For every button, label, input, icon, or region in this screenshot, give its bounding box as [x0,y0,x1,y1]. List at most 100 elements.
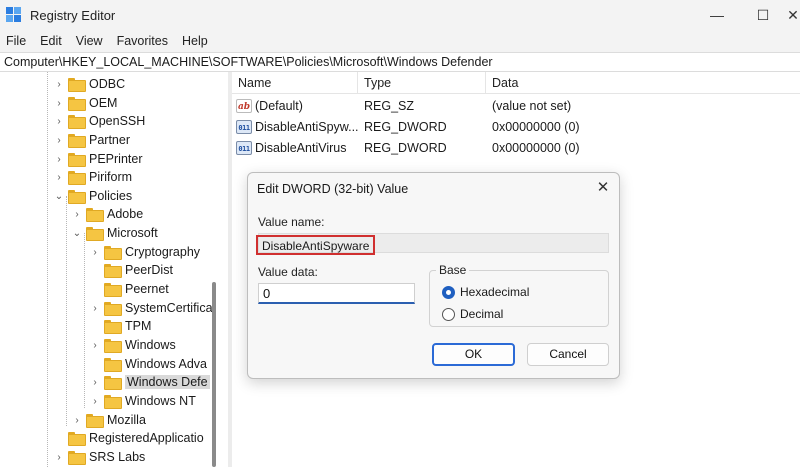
value-data: 0x00000000 (0) [492,120,580,134]
tree-scrollbar[interactable] [212,282,216,467]
tree-item-systemcertificates[interactable]: › SystemCertifica [90,299,213,317]
tree-item-mozilla[interactable]: › Mozilla [72,411,146,429]
value-name: (Default) [255,99,303,113]
tree-item-odbc[interactable]: › ODBC [54,75,125,93]
tree-item-peprinter[interactable]: › PEPrinter [54,150,143,168]
close-icon[interactable]: ✕ [595,179,611,197]
radio-hexadecimal[interactable]: Hexadecimal [442,284,529,300]
chevron-right-icon[interactable]: › [72,411,82,429]
ok-button[interactable]: OK [432,343,515,366]
column-header-name[interactable]: Name [232,72,358,94]
tree-item-windows-defender[interactable]: › Windows Defe [90,373,210,391]
tree-item-openssh[interactable]: › OpenSSH [54,112,145,130]
tree-item-peernet[interactable]: Peernet [90,280,169,298]
chevron-right-icon[interactable]: › [90,336,100,354]
base-legend: Base [436,263,470,277]
minimize-button[interactable]: — [694,0,740,30]
chevron-right-icon[interactable]: › [90,299,100,317]
folder-icon [86,414,104,428]
tree-item-windows-nt[interactable]: › Windows NT [90,392,196,410]
chevron-right-icon[interactable]: › [90,373,100,391]
window-close-button[interactable]: ✕ [786,0,800,30]
column-header-type[interactable]: Type [358,72,486,94]
title-bar: Registry Editor — ☐ ✕ [0,0,800,30]
tree-item-oem[interactable]: › OEM [54,94,117,112]
chevron-right-icon[interactable]: › [54,168,64,186]
radio-unchecked-icon[interactable] [442,307,455,321]
list-item[interactable]: 011 DisableAntiVirus REG_DWORD 0x0000000… [232,138,800,158]
value-data: (value not set) [492,99,572,113]
chevron-right-icon[interactable]: › [72,205,82,223]
chevron-right-icon[interactable]: › [54,75,64,93]
menu-file[interactable]: File [6,34,26,48]
folder-icon [68,190,86,204]
folder-icon [104,283,122,297]
list-item[interactable]: 011 DisableAntiSpyw... REG_DWORD 0x00000… [232,117,800,137]
chevron-right-icon[interactable]: › [54,131,64,149]
registry-tree: › ODBC › OEM › OpenSSH › Partner › PEPri… [0,72,228,467]
value-type: REG_SZ [364,99,415,113]
chevron-right-icon[interactable]: › [54,112,64,130]
list-item[interactable]: ab (Default) REG_SZ (value not set) [232,96,800,116]
menu-view[interactable]: View [76,34,103,48]
edit-dword-dialog: Edit DWORD (32-bit) Value ✕ Value name: … [247,172,620,379]
tree-item-windows-advanced[interactable]: Windows Adva [90,355,207,373]
folder-icon [104,246,122,260]
radio-decimal-label: Decimal [460,307,504,321]
folder-icon [68,97,86,111]
menu-favorites[interactable]: Favorites [117,34,168,48]
chevron-right-icon[interactable]: › [54,150,64,168]
tree-item-srs-labs[interactable]: › SRS Labs [54,448,145,466]
value-type: REG_DWORD [364,120,447,134]
maximize-button[interactable]: ☐ [740,0,786,30]
tree-item-adobe[interactable]: › Adobe [72,205,143,223]
tree-item-policies[interactable]: ⌄ Policies [54,187,132,205]
folder-icon [68,432,86,446]
radio-hexadecimal-label: Hexadecimal [460,285,530,299]
tree-item-registeredapplications[interactable]: RegisteredApplicatio [54,429,204,447]
folder-icon [104,302,122,316]
chevron-down-icon[interactable]: ⌄ [72,224,82,242]
chevron-right-icon[interactable]: › [54,448,64,466]
value-name: DisableAntiSpyw... [255,120,358,134]
value-data-label: Value data: [258,265,318,279]
tree-item-tpm[interactable]: TPM [90,317,151,335]
tree-item-microsoft[interactable]: ⌄ Microsoft [72,224,158,242]
binary-value-icon: 011 [236,120,252,134]
string-value-icon: ab [236,99,252,113]
value-name-text: DisableAntiSpyware [256,235,376,255]
radio-decimal[interactable]: Decimal [442,306,503,322]
chevron-right-icon[interactable]: › [54,94,64,112]
dialog-title: Edit DWORD (32-bit) Value [257,182,409,196]
menu-help[interactable]: Help [182,34,208,48]
value-type: REG_DWORD [364,141,447,155]
folder-icon [86,208,104,222]
address-bar[interactable]: Computer\HKEY_LOCAL_MACHINE\SOFTWARE\Pol… [0,52,800,72]
tree-item-windows[interactable]: › Windows [90,336,176,354]
folder-icon [68,153,86,167]
value-data: 0x00000000 (0) [492,141,580,155]
folder-icon [104,264,122,278]
window-title: Registry Editor [30,7,116,23]
binary-value-icon: 011 [236,141,252,155]
tree-item-piriform[interactable]: › Piriform [54,168,132,186]
cancel-button[interactable]: Cancel [527,343,609,366]
menu-edit[interactable]: Edit [40,34,62,48]
tree-item-cryptography[interactable]: › Cryptography [90,243,200,261]
folder-icon [68,171,86,185]
folder-icon [68,134,86,148]
chevron-right-icon[interactable]: › [90,243,100,261]
chevron-right-icon[interactable]: › [90,392,100,410]
value-data-input[interactable] [258,283,415,304]
chevron-down-icon[interactable]: ⌄ [54,187,64,205]
tree-item-peerdist[interactable]: PeerDist [90,261,173,279]
value-name: DisableAntiVirus [255,141,347,155]
radio-checked-icon[interactable] [442,285,455,299]
registry-editor-icon [6,7,22,23]
base-group: Base Hexadecimal Decimal [429,263,609,327]
folder-icon [104,358,122,372]
tree-item-partner[interactable]: › Partner [54,131,130,149]
column-header-data[interactable]: Data [486,72,800,94]
folder-icon [104,376,122,390]
folder-icon [86,227,104,241]
